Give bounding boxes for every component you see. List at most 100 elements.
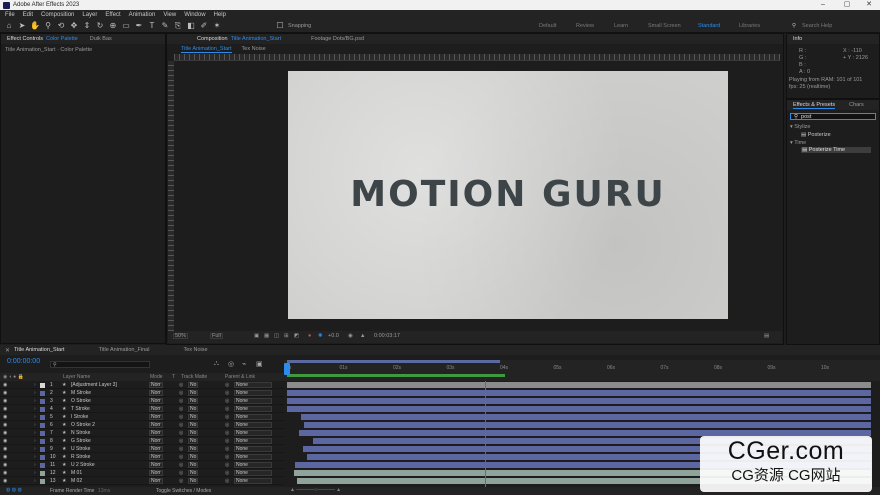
label-color-swatch[interactable]	[40, 422, 45, 428]
layer-duration-bar[interactable]	[301, 413, 871, 420]
layer-row[interactable]: ◉ › 8 ★ G Stroke Norr ◎ No ◎ None	[0, 437, 284, 445]
track-matte-dropdown[interactable]: No	[188, 461, 199, 468]
menu-help[interactable]: Help	[214, 12, 226, 18]
pick-whip-icon[interactable]: ◎	[225, 438, 229, 444]
group-stylize[interactable]: ▾ Stylize	[790, 124, 811, 130]
exposure-icon[interactable]: ✺	[318, 333, 323, 339]
effects-presets-tab[interactable]: Effects & Presets	[793, 102, 836, 109]
parent-dropdown[interactable]: None	[234, 453, 272, 460]
current-time-indicator[interactable]	[284, 363, 290, 375]
expand-arrow-icon[interactable]: ›	[34, 398, 36, 404]
column-t[interactable]: T	[172, 374, 175, 380]
track-matte-dropdown[interactable]: No	[188, 381, 199, 388]
clone-stamp-tool-icon[interactable]: ⎘	[173, 21, 183, 31]
layer-row[interactable]: ◉ › 5 ★ I Stroke Norr ◎ No ◎ None	[0, 413, 284, 421]
layer-row[interactable]: ◉ › 2 ★ M Stroke Norr ◎ No ◎ None	[0, 389, 284, 397]
close-tab-icon[interactable]: ✕	[5, 347, 10, 354]
puppet-tool-icon[interactable]: ✶	[212, 21, 222, 31]
label-color-swatch[interactable]	[40, 446, 45, 452]
effect-controls-tab-name[interactable]: Color Palette	[46, 36, 78, 42]
label-color-swatch[interactable]	[40, 454, 45, 460]
pick-whip-icon[interactable]: ◎	[225, 430, 229, 436]
layer-row[interactable]: ◉ › 3 ★ O Stroke Norr ◎ No ◎ None	[0, 397, 284, 405]
visibility-eye-icon[interactable]: ◉	[3, 438, 7, 444]
visibility-eye-icon[interactable]: ◉	[3, 462, 7, 468]
menu-edit[interactable]: Edit	[23, 12, 33, 18]
track-matte-dropdown[interactable]: No	[188, 477, 199, 484]
parent-dropdown[interactable]: None	[234, 477, 272, 484]
visibility-eye-icon[interactable]: ◉	[3, 422, 7, 428]
effects-search-input[interactable]: ⚲ post	[790, 113, 876, 120]
visibility-eye-icon[interactable]: ◉	[3, 430, 7, 436]
layer-row[interactable]: ◉ › 4 ★ T Stroke Norr ◎ No ◎ None	[0, 405, 284, 413]
track-matte-dropdown[interactable]: No	[188, 437, 199, 444]
workspace-standard[interactable]: Standard	[698, 23, 720, 29]
workspace-libraries[interactable]: Libraries	[739, 23, 760, 29]
layer-name[interactable]: U Stroke	[71, 446, 90, 452]
pick-whip-icon[interactable]: ◎	[225, 414, 229, 420]
expand-arrow-icon[interactable]: ›	[34, 470, 36, 476]
workspace-small-screen[interactable]: Small Screen	[648, 23, 681, 29]
menu-effect[interactable]: Effect	[105, 12, 120, 18]
parent-dropdown[interactable]: None	[234, 445, 272, 452]
layer-row[interactable]: ◉ › 6 ★ O Stroke 2 Norr ◎ No ◎ None	[0, 421, 284, 429]
pick-whip-icon[interactable]: ◎	[225, 382, 229, 388]
expand-arrow-icon[interactable]: ›	[34, 390, 36, 396]
mode-dropdown[interactable]: Norr	[149, 397, 163, 404]
matte-link-icon[interactable]: ◎	[179, 406, 183, 412]
resolution-dropdown[interactable]: Full	[210, 333, 223, 339]
label-color-swatch[interactable]	[40, 478, 45, 484]
layer-row[interactable]: ◉ › 11 ★ U 2 Stroke Norr ◎ No ◎ None	[0, 461, 284, 469]
footage-tab[interactable]: Footage Dots/BG.psd	[311, 36, 364, 42]
selection-tool-icon[interactable]: ➤	[17, 21, 27, 31]
layer-row[interactable]: ◉ › 13 ★ M 02 Norr ◎ No ◎ None	[0, 477, 284, 485]
expand-arrow-icon[interactable]: ›	[34, 422, 36, 428]
zoom-slider[interactable]: ▲ ─────○───── ▲	[290, 487, 341, 493]
expand-arrow-icon[interactable]: ›	[34, 382, 36, 388]
label-color-swatch[interactable]	[40, 406, 45, 412]
current-time-readout[interactable]: 0:00:03:17	[374, 333, 400, 339]
parent-dropdown[interactable]: None	[234, 437, 272, 444]
type-tool-icon[interactable]: T	[147, 21, 157, 31]
track-matte-dropdown[interactable]: No	[188, 421, 199, 428]
workspace-review[interactable]: Review	[576, 23, 594, 29]
timeline-tab-final[interactable]: Title Animation_Final	[99, 347, 150, 353]
mode-dropdown[interactable]: Norr	[149, 421, 163, 428]
layer-row[interactable]: ◉ › 7 ★ N Stroke Norr ◎ No ◎ None	[0, 429, 284, 437]
rotation-tool-icon[interactable]: ↻	[95, 21, 105, 31]
layer-duration-bar[interactable]	[287, 381, 871, 388]
parent-dropdown[interactable]: None	[234, 397, 272, 404]
label-color-swatch[interactable]	[40, 414, 45, 420]
label-color-swatch[interactable]	[40, 462, 45, 468]
layer-name[interactable]: G Stroke	[71, 438, 91, 444]
layer-name[interactable]: I Stroke	[71, 414, 88, 420]
matte-link-icon[interactable]: ◎	[179, 430, 183, 436]
effect-controls-tab-prefix[interactable]: Effect Controls	[7, 36, 43, 42]
expand-arrow-icon[interactable]: ›	[34, 462, 36, 468]
matte-link-icon[interactable]: ◎	[179, 478, 183, 484]
viewer-menu-icon[interactable]: ▤	[764, 333, 769, 339]
layer-row[interactable]: ◉ › 1 ★ [Adjustment Layer 3] Norr ◎ No ◎ None	[0, 381, 284, 389]
brush-tool-icon[interactable]: ✎	[160, 21, 170, 31]
layer-name[interactable]: N Stroke	[71, 430, 90, 436]
track-matte-dropdown[interactable]: No	[188, 413, 199, 420]
visibility-eye-icon[interactable]: ◉	[3, 454, 7, 460]
label-color-swatch[interactable]	[40, 470, 45, 476]
track-matte-dropdown[interactable]: No	[188, 445, 199, 452]
column-track-matte[interactable]: Track Matte	[181, 374, 207, 380]
home-icon[interactable]: ⌂	[4, 21, 14, 31]
track-matte-dropdown[interactable]: No	[188, 429, 199, 436]
mode-dropdown[interactable]: Norr	[149, 453, 163, 460]
label-color-swatch[interactable]	[40, 398, 45, 404]
label-color-swatch[interactable]	[40, 382, 45, 388]
layer-name[interactable]: T Stroke	[71, 406, 90, 412]
pick-whip-icon[interactable]: ◎	[225, 422, 229, 428]
mode-dropdown[interactable]: Norr	[149, 461, 163, 468]
expand-arrow-icon[interactable]: ›	[34, 414, 36, 420]
parent-dropdown[interactable]: None	[234, 413, 272, 420]
frame-blending-icon[interactable]: ▣	[256, 360, 263, 368]
label-color-swatch[interactable]	[40, 438, 45, 444]
work-area-bar[interactable]	[287, 360, 500, 363]
layer-row[interactable]: ◉ › 12 ★ M 01 Norr ◎ No ◎ None	[0, 469, 284, 477]
maximize-button[interactable]: ▢	[836, 0, 858, 10]
